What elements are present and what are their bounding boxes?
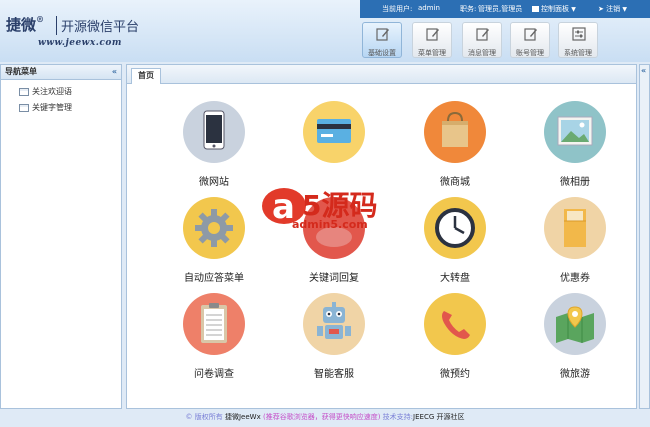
control-panel-label: 控制面板 — [541, 5, 569, 13]
app-smart-service[interactable]: 智能客服 — [289, 293, 379, 380]
map-icon — [544, 293, 606, 355]
app-label: 优惠券 — [560, 273, 590, 284]
gear-icon — [183, 197, 245, 259]
caret-down-icon: ▼ — [622, 6, 627, 13]
page-icon — [19, 88, 29, 96]
app-label: 大转盘 — [440, 273, 470, 284]
robot-icon — [303, 293, 365, 355]
nav-basic-settings[interactable]: 基础设置 — [362, 22, 402, 58]
phone-icon — [183, 101, 245, 163]
sliders-icon — [572, 27, 586, 41]
nav-message-management[interactable]: 消息管理 — [462, 22, 502, 58]
edit-icon — [524, 28, 537, 41]
app-micro-album[interactable]: 微相册 — [530, 101, 620, 188]
app-label: 微网站 — [199, 177, 229, 188]
right-collapse-strip: « — [639, 64, 650, 409]
envelope-icon — [544, 197, 606, 259]
nav-label: 基础设置 — [368, 49, 396, 57]
nav-label: 账号管理 — [516, 49, 544, 57]
footer-support-label: 技术支持: — [382, 413, 414, 421]
sidebar-header: 导航菜单 « — [1, 65, 121, 80]
logo-main-text: 捷微 — [6, 16, 37, 34]
app-card[interactable] — [289, 101, 379, 173]
app-micro-travel[interactable]: 微旅游 — [530, 293, 620, 380]
telephone-icon — [424, 293, 486, 355]
shopping-bag-icon — [424, 101, 486, 163]
caret-down-icon: ▼ — [571, 6, 576, 13]
watermark-url: admin5.com — [292, 218, 368, 231]
collapse-right-icon[interactable]: « — [641, 66, 646, 75]
app-big-wheel[interactable]: 大转盘 — [410, 197, 500, 284]
app-survey[interactable]: 问卷调查 — [169, 293, 259, 380]
role-label: 职务: — [460, 5, 477, 13]
collapse-left-icon[interactable]: « — [112, 65, 117, 79]
sidebar-item-keywords[interactable]: 关键字管理 — [1, 100, 121, 116]
current-user: admin — [418, 4, 440, 12]
tab-home[interactable]: 首页 — [131, 68, 161, 84]
footer: © 版权所有 捷微JeeWx (推荐谷歌浏览器，获得更快响应速度) 技术支持:J… — [0, 409, 650, 427]
nav-account-management[interactable]: 账号管理 — [510, 22, 550, 58]
app-label: 微预约 — [440, 369, 470, 380]
nav-label: 消息管理 — [468, 49, 496, 57]
control-panel-menu[interactable]: 控制面板 ▼ — [532, 4, 576, 14]
photo-icon — [544, 101, 606, 163]
sidebar-item-label: 关键字管理 — [32, 103, 72, 112]
logo: 捷微® — [6, 14, 44, 35]
nav-label: 系统管理 — [564, 49, 592, 57]
send-icon: ➤ — [598, 5, 604, 13]
app-micro-mall[interactable]: 微商城 — [410, 101, 500, 188]
app-label: 智能客服 — [314, 369, 354, 380]
sidebar-item-welcome[interactable]: 关注欢迎语 — [1, 84, 121, 100]
current-user-label: 当前用户: — [382, 5, 413, 13]
tab-bar: 首页 — [127, 65, 636, 84]
logo-subtitle: 开源微信平台 — [56, 16, 139, 35]
card-icon — [303, 101, 365, 163]
app-label: 关键词回复 — [309, 273, 359, 284]
role-value: 管理员,管理员 — [478, 5, 523, 13]
footer-owner: 捷微JeeWx — [224, 413, 261, 421]
app-label: 微相册 — [560, 177, 590, 188]
header: 捷微® 开源微信平台 www.jeewx.com 当前用户: admin 职务:… — [0, 0, 650, 62]
monitor-icon — [532, 6, 539, 12]
app-label: 微旅游 — [560, 369, 590, 380]
app-coupon[interactable]: 优惠券 — [530, 197, 620, 284]
app-auto-reply-menu[interactable]: 自动应答菜单 — [169, 197, 259, 284]
clock-icon — [424, 197, 486, 259]
logout-label: 注销 — [606, 5, 621, 13]
watermark: a 5源码 admin5.com — [258, 178, 408, 240]
logo-url: www.jeewx.com — [38, 38, 122, 48]
sidebar-item-label: 关注欢迎语 — [32, 87, 72, 96]
page-icon — [19, 104, 29, 112]
edit-icon — [476, 28, 489, 41]
edit-icon — [376, 28, 389, 41]
nav-menu-management[interactable]: 菜单管理 — [412, 22, 452, 58]
clipboard-icon — [183, 293, 245, 355]
nav-system-management[interactable]: 系统管理 — [558, 22, 598, 58]
sidebar-title: 导航菜单 — [5, 67, 37, 76]
app-micro-booking[interactable]: 微预约 — [410, 293, 500, 380]
app-label: 问卷调查 — [194, 369, 234, 380]
footer-support: JEECG 开源社区 — [413, 413, 465, 421]
nav-label: 菜单管理 — [418, 49, 446, 57]
footer-tip: (推荐谷歌浏览器，获得更快响应速度) — [262, 413, 381, 421]
footer-copyright: © 版权所有 — [185, 413, 223, 421]
app-label: 微商城 — [440, 177, 470, 188]
sidebar: 导航菜单 « 关注欢迎语 关键字管理 — [0, 64, 122, 409]
logout-menu[interactable]: ➤ 注销 ▼ — [598, 4, 627, 14]
logo-reg-mark: ® — [36, 14, 45, 24]
app-micro-website[interactable]: 微网站 — [169, 101, 259, 188]
edit-icon — [426, 28, 439, 41]
top-user-bar: 当前用户: admin 职务: 管理员,管理员 控制面板 ▼ ➤ 注销 ▼ — [360, 0, 650, 18]
app-label: 自动应答菜单 — [184, 273, 244, 284]
